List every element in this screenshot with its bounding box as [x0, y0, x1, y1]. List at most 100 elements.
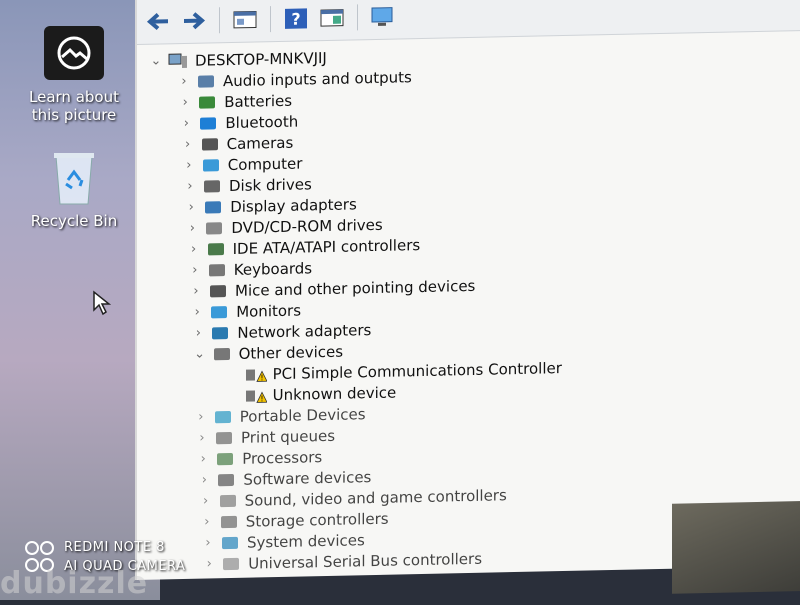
chevron-right-icon[interactable]: ›: [194, 451, 212, 467]
svg-text:!: !: [260, 373, 263, 382]
tree-item-label: Network adapters: [237, 320, 372, 342]
chevron-right-icon[interactable]: ›: [200, 556, 218, 571]
recycle-bin-icon: [50, 150, 98, 206]
system-device-icon: [217, 533, 243, 552]
usb-icon: [218, 554, 244, 573]
svg-text:?: ?: [291, 10, 300, 29]
arrow-right-icon: [184, 12, 206, 30]
bluetooth-icon: [195, 114, 221, 133]
processor-icon: [212, 449, 238, 468]
toolbar-separator: [357, 4, 358, 31]
toolbar-separator: [270, 6, 271, 33]
camera-icon: [197, 135, 223, 154]
chevron-right-icon[interactable]: ›: [181, 179, 199, 194]
tree-item-label: Monitors: [236, 301, 302, 321]
chevron-down-icon[interactable]: ⌄: [147, 53, 165, 68]
monitor-icon: [206, 302, 232, 321]
chevron-right-icon[interactable]: ›: [180, 158, 198, 173]
root-label: DESKTOP-MNKVJIJ: [195, 48, 327, 70]
window-icon: [320, 9, 344, 27]
tree-item-label: Print queues: [241, 426, 336, 447]
tree-item-label: DVD/CD-ROM drives: [231, 215, 383, 237]
mouse-icon: [205, 281, 231, 300]
computer-icon: [198, 156, 224, 175]
chevron-right-icon[interactable]: ›: [197, 493, 215, 508]
keyboard-icon: [204, 261, 230, 280]
learn-about-picture-shortcut[interactable]: Learn about this picture: [18, 26, 130, 124]
other-devices-icon: [209, 344, 235, 363]
help-button[interactable]: ?: [281, 5, 311, 32]
dvd-drive-icon: [201, 219, 227, 238]
properties-button[interactable]: [230, 6, 260, 33]
tree-item-label: Disk drives: [229, 174, 312, 195]
device-manager-window: ? ⌄ DESKTOP-MNKVJIJ › Audio inputs and ou…: [135, 0, 800, 594]
printer-icon: [211, 428, 237, 447]
recycle-bin-label: Recycle Bin: [30, 212, 118, 230]
tree-item-label: Portable Devices: [239, 404, 366, 426]
warning-icon: !: [243, 386, 269, 405]
monitor-scan-icon: [371, 7, 393, 26]
arrow-left-icon: [146, 13, 168, 31]
device-tree: ⌄ DESKTOP-MNKVJIJ › Audio inputs and outp…: [137, 31, 800, 576]
tree-item-label: Cameras: [226, 133, 294, 153]
chevron-right-icon[interactable]: ›: [176, 95, 194, 110]
warning-icon: !: [243, 365, 269, 384]
forward-button[interactable]: [179, 7, 209, 34]
tree-item-label: Display adapters: [230, 194, 357, 216]
watermark-line1: REDMI NOTE 8: [64, 540, 165, 555]
chevron-down-icon[interactable]: ⌄: [191, 346, 209, 362]
network-adapter-icon: [207, 323, 233, 342]
camera-lens-icon: [44, 26, 104, 80]
tree-item-label: Audio inputs and outputs: [223, 67, 412, 90]
learn-label-line2: this picture: [31, 106, 117, 124]
tree-child-label: Unknown device: [272, 383, 397, 404]
software-device-icon: [213, 470, 239, 489]
portable-device-icon: [210, 407, 236, 426]
chevron-right-icon[interactable]: ›: [193, 430, 211, 446]
disk-drive-icon: [199, 177, 225, 196]
tree-item-label: Processors: [242, 447, 323, 468]
mouse-pointer-icon: [92, 290, 114, 320]
tree-item-label: Batteries: [224, 91, 293, 111]
chevron-right-icon[interactable]: ›: [199, 535, 217, 550]
view-button[interactable]: [317, 5, 347, 32]
chevron-right-icon[interactable]: ›: [188, 305, 206, 320]
recycle-bin-shortcut[interactable]: Recycle Bin: [18, 150, 130, 230]
chevron-right-icon[interactable]: ›: [179, 137, 197, 152]
chevron-right-icon[interactable]: ›: [175, 74, 193, 89]
tree-item-label: Storage controllers: [245, 509, 389, 531]
background-photo-area: [672, 500, 800, 594]
learn-label-line1: Learn about: [29, 88, 119, 106]
tree-item-label: Keyboards: [233, 258, 313, 279]
chevron-right-icon[interactable]: ›: [189, 325, 207, 341]
tree-item-label: Software devices: [243, 467, 372, 489]
tree-item-label: System devices: [247, 530, 365, 552]
storage-controller-icon: [216, 512, 242, 531]
tree-item-label: Computer: [227, 153, 303, 174]
tree-item-label: Bluetooth: [225, 112, 299, 132]
chevron-right-icon[interactable]: ›: [195, 472, 213, 487]
chevron-right-icon[interactable]: ›: [198, 514, 216, 529]
chevron-right-icon[interactable]: ›: [183, 221, 201, 236]
back-button[interactable]: [143, 8, 173, 35]
chevron-right-icon[interactable]: ›: [185, 242, 203, 257]
tree-item-label: Other devices: [238, 342, 344, 363]
display-adapter-icon: [200, 198, 226, 217]
chevron-right-icon[interactable]: ›: [182, 200, 200, 215]
tree-item-label: Universal Serial Bus controllers: [248, 549, 483, 573]
properties-icon: [233, 10, 257, 29]
help-icon: ?: [285, 8, 307, 29]
svg-text:!: !: [260, 394, 263, 403]
sound-device-icon: [215, 491, 241, 510]
chevron-right-icon[interactable]: ›: [187, 284, 205, 299]
chevron-right-icon[interactable]: ›: [177, 116, 195, 131]
computer-icon: [165, 51, 191, 70]
speaker-icon: [193, 72, 219, 91]
site-watermark: dubizzle: [0, 566, 149, 601]
toolbar-separator: [219, 7, 220, 34]
chevron-right-icon[interactable]: ›: [186, 263, 204, 278]
scan-hardware-button[interactable]: [368, 3, 398, 30]
chevron-right-icon[interactable]: ›: [192, 409, 210, 425]
battery-icon: [194, 93, 220, 112]
ide-controller-icon: [203, 240, 229, 259]
